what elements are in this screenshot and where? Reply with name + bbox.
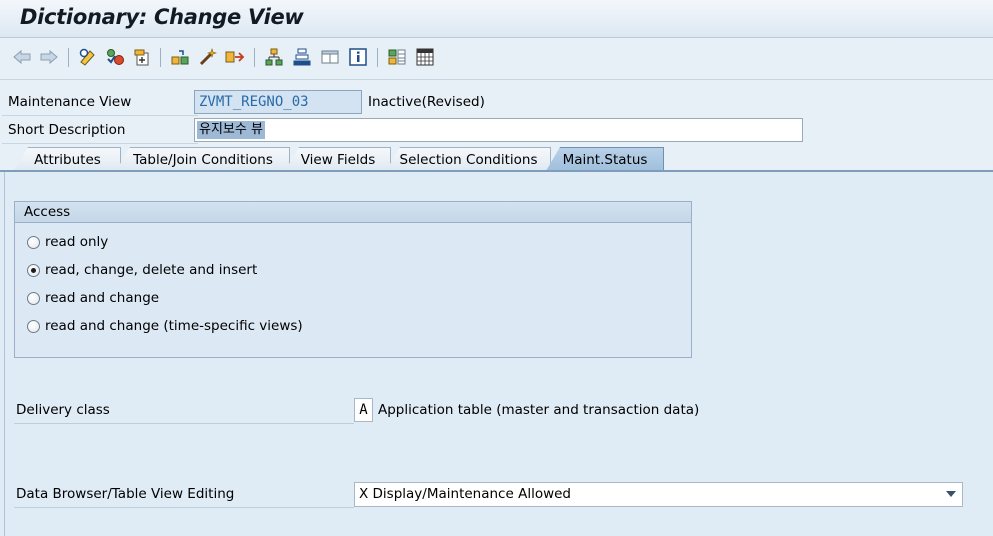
chevron-down-icon[interactable] — [946, 491, 956, 497]
tab-view-fields[interactable]: View Fields — [285, 147, 391, 171]
delivery-class-field[interactable]: A — [354, 398, 373, 422]
title-bar: Dictionary: Change View — [0, 0, 993, 38]
tech-settings-icon[interactable] — [386, 46, 408, 68]
radio-read-and-change[interactable]: read and change — [27, 288, 159, 308]
hierarchy-icon[interactable] — [263, 46, 285, 68]
toolbar-separator — [377, 48, 378, 67]
view-status: Inactive(Revised) — [368, 94, 485, 110]
toolbar-separator — [68, 48, 69, 67]
tab-table-join-conditions[interactable]: Table/Join Conditions — [116, 147, 290, 171]
check-icon[interactable] — [104, 46, 126, 68]
table-icon[interactable] — [414, 46, 436, 68]
layout-icon[interactable] — [319, 46, 341, 68]
stack-icon[interactable] — [291, 46, 313, 68]
tab-attributes[interactable]: Attributes — [14, 147, 121, 171]
toolbar-separator — [160, 48, 161, 67]
radio-button[interactable] — [27, 235, 40, 249]
radio-read-change-time-specific[interactable]: read and change (time-specific views) — [27, 316, 303, 336]
info-icon[interactable] — [347, 46, 369, 68]
where-used-icon[interactable] — [197, 46, 219, 68]
maintenance-view-field[interactable]: ZVMT_REGNO_03 — [194, 90, 362, 114]
tab-maint-status[interactable]: Maint.Status — [546, 147, 664, 171]
back-arrow-icon[interactable] — [11, 46, 33, 68]
radio-label: read only — [45, 234, 109, 250]
delivery-class-label: Delivery class — [14, 397, 354, 424]
access-group: Access read only read, change, delete an… — [14, 201, 692, 358]
application-toolbar — [0, 38, 993, 80]
display-change-icon[interactable] — [77, 46, 99, 68]
access-group-title: Access — [15, 202, 691, 223]
window-title: Dictionary: Change View — [20, 5, 304, 29]
short-description-label: Short Description — [2, 117, 198, 144]
radio-button[interactable] — [27, 291, 40, 305]
radio-label: read and change (time-specific views) — [45, 318, 303, 334]
radio-label: read, change, delete and insert — [45, 262, 258, 278]
activate-icon[interactable] — [131, 46, 153, 68]
radio-read-only[interactable]: read only — [27, 232, 108, 252]
toolbar-separator — [254, 48, 255, 67]
data-browser-label: Data Browser/Table View Editing — [14, 481, 354, 508]
maintenance-view-label: Maintenance View — [2, 89, 198, 116]
tab-selection-conditions[interactable]: Selection Conditions — [386, 147, 551, 171]
navigate-icon[interactable] — [224, 46, 246, 68]
radio-label: read and change — [45, 290, 160, 306]
radio-button[interactable] — [27, 319, 40, 333]
forward-arrow-icon[interactable] — [38, 46, 60, 68]
data-browser-dropdown[interactable]: X Display/Maintenance Allowed — [354, 482, 963, 507]
short-description-value: 유지보수 뷰 — [197, 121, 265, 139]
dropdown-selected-value: X Display/Maintenance Allowed — [359, 486, 571, 502]
radio-button-selected[interactable] — [27, 263, 40, 277]
radio-read-change-delete-insert[interactable]: read, change, delete and insert — [27, 260, 257, 280]
delivery-class-description: Application table (master and transactio… — [378, 402, 700, 418]
other-object-icon[interactable] — [169, 46, 191, 68]
tab-strip: Attributes Table/Join Conditions View Fi… — [0, 145, 993, 171]
short-description-field[interactable]: 유지보수 뷰 — [194, 118, 803, 142]
